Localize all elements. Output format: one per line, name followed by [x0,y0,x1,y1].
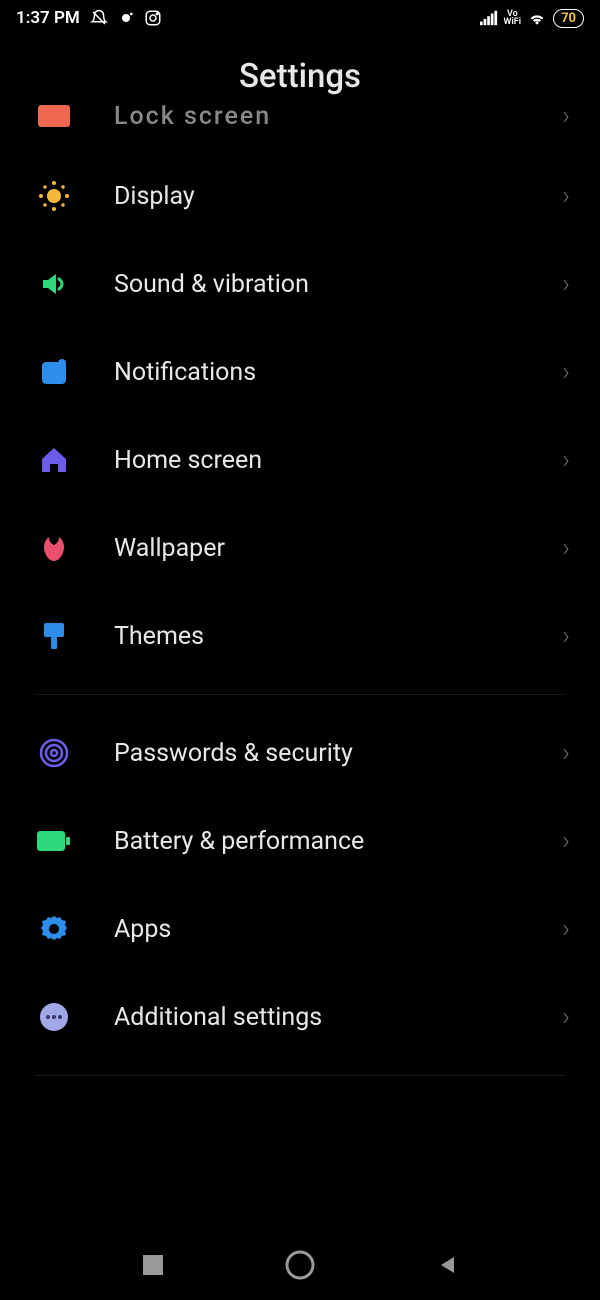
item-label: Apps [114,915,562,944]
chevron-right-icon: › [562,181,570,211]
settings-item-battery[interactable]: Battery & performance › [0,797,600,885]
chevron-right-icon: › [562,101,570,131]
chevron-right-icon: › [562,445,570,475]
chevron-right-icon: › [562,269,570,299]
item-label: Home screen [114,446,562,475]
nav-bar [0,1230,600,1300]
item-label: Notifications [114,358,562,387]
item-label: Sound & vibration [114,270,562,299]
divider [36,694,564,695]
fingerprint-icon [36,735,72,771]
divider [36,1075,564,1076]
page-title: Settings [0,57,600,96]
settings-item-lock-screen[interactable]: Lock screen › [0,98,600,152]
flower-icon [36,530,72,566]
chevron-right-icon: › [562,533,570,563]
settings-item-display[interactable]: Display › [0,152,600,240]
settings-item-home-screen[interactable]: Home screen › [0,416,600,504]
chevron-right-icon: › [562,914,570,944]
nav-back-button[interactable] [431,1249,463,1281]
notification-icon [36,354,72,390]
battery-indicator: 70 [553,9,584,28]
status-left: 1:37 PM [16,8,162,28]
chevron-right-icon: › [562,738,570,768]
chevron-right-icon: › [562,357,570,387]
instagram-icon [144,9,162,27]
lock-screen-icon [36,98,72,134]
status-time: 1:37 PM [16,8,80,28]
item-label: Passwords & security [114,739,562,768]
speaker-icon [36,266,72,302]
signal-icon [480,10,498,26]
settings-list: Lock screen › Display › Sound & vibratio… [0,98,600,1076]
status-bar: 1:37 PM VoWiFi [0,0,600,32]
item-label: Lock screen [114,102,562,131]
settings-item-wallpaper[interactable]: Wallpaper › [0,504,600,592]
vowifi-icon: VoWiFi [504,10,522,26]
settings-item-apps[interactable]: Apps › [0,885,600,973]
nav-home-button[interactable] [284,1249,316,1281]
nav-recents-button[interactable] [137,1249,169,1281]
more-icon [36,999,72,1035]
item-label: Themes [114,622,562,651]
wifi-icon [527,10,547,26]
settings-item-themes[interactable]: Themes › [0,592,600,680]
item-label: Wallpaper [114,534,562,563]
sun-icon [36,178,72,214]
settings-item-notifications[interactable]: Notifications › [0,328,600,416]
home-icon [36,442,72,478]
chevron-right-icon: › [562,826,570,856]
chevron-right-icon: › [562,621,570,651]
settings-item-passwords[interactable]: Passwords & security › [0,709,600,797]
chevron-right-icon: › [562,1002,570,1032]
gear-icon [36,911,72,947]
record-icon [118,10,134,26]
item-label: Battery & performance [114,827,562,856]
dnd-icon [90,9,108,27]
settings-item-sound[interactable]: Sound & vibration › [0,240,600,328]
item-label: Display [114,182,562,211]
status-right: VoWiFi 70 [480,9,584,28]
settings-item-additional[interactable]: Additional settings › [0,973,600,1061]
brush-icon [36,618,72,654]
item-label: Additional settings [114,1003,562,1032]
battery-icon [36,823,72,859]
